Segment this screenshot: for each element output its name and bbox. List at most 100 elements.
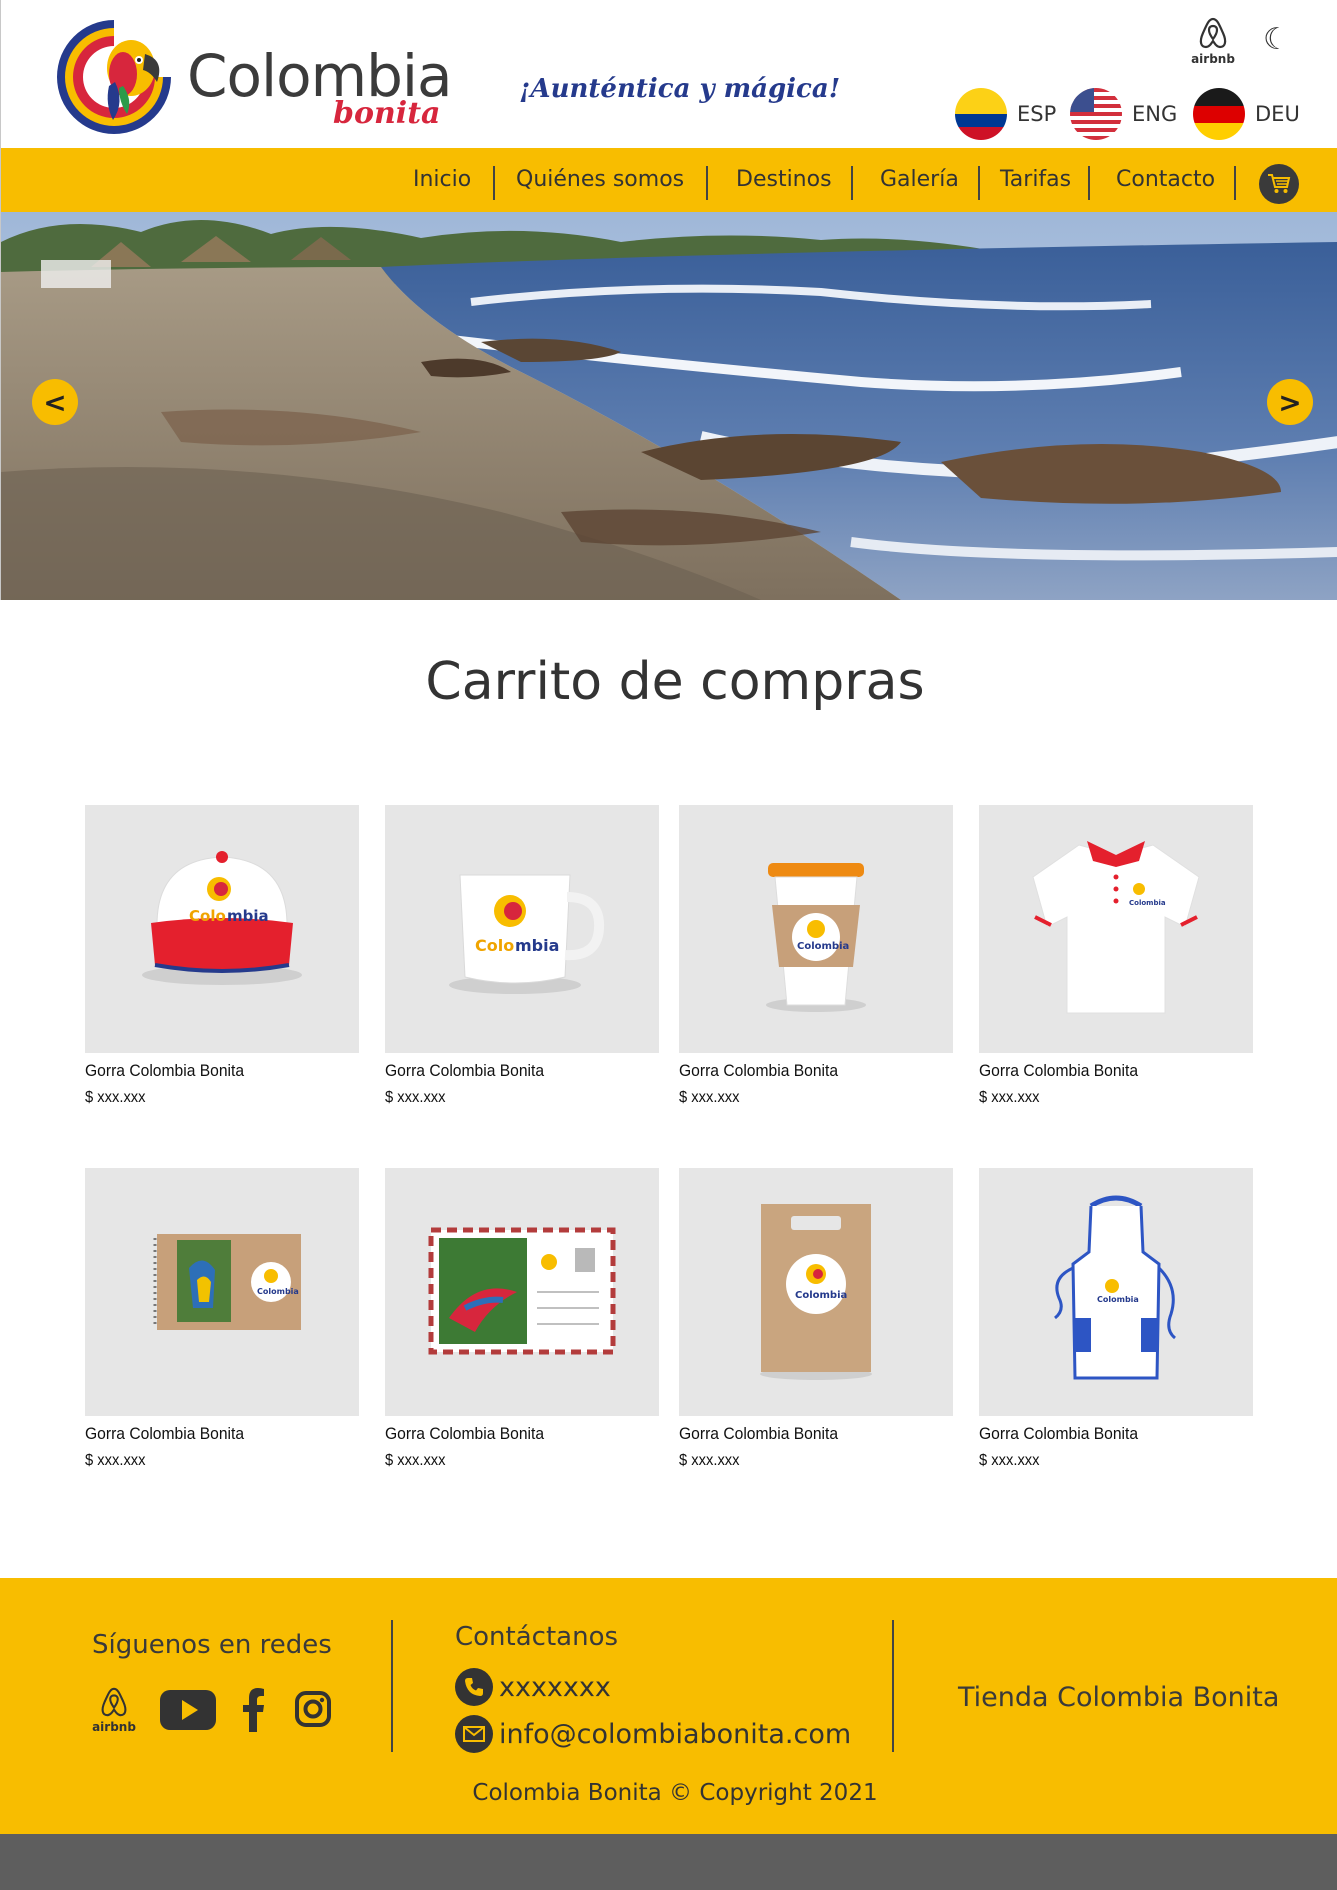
lang-deu[interactable]: DEU [1193,88,1300,140]
product-price: $ xxx.xxx [679,1452,740,1469]
page-title: Carrito de compras [425,652,925,712]
product-card[interactable]: Colombia Gorra Colombia Bonita $ xxx.xxx [979,1168,1253,1470]
colombia-flag-icon [955,88,1007,140]
facebook-link[interactable] [240,1688,266,1736]
product-card[interactable]: Colombia Gorra Colombia Bonita $ xxx.xxx [679,1168,953,1470]
phone-icon [455,1668,493,1706]
svg-text:mbia: mbia [227,907,269,925]
carousel-prev-button[interactable]: < [32,379,78,425]
lang-esp[interactable]: ESP [955,88,1056,140]
nav-divider [706,166,708,200]
contact-title: Contáctanos [455,1622,619,1652]
product-image-postcard [385,1168,659,1416]
svg-text:Colo: Colo [189,907,226,925]
svg-text:Colombia: Colombia [1097,1295,1139,1304]
footer-divider [391,1620,393,1752]
beach-photo [1,212,1337,600]
nav-inicio[interactable]: Inicio [413,148,471,212]
svg-text:Colo: Colo [475,936,514,955]
nav-contacto[interactable]: Contacto [1116,148,1215,212]
main-nav: Inicio Quiénes somos Destinos Galería Ta… [0,148,1337,212]
product-image-cap: Colo mbia [85,805,359,1053]
product-name: Gorra Colombia Bonita [979,1061,1139,1080]
nav-divider [1088,166,1090,200]
airbnb-social-link[interactable]: airbnb [92,1686,136,1734]
tagline: ¡Aunténtica y mágica! [519,74,841,104]
product-name: Gorra Colombia Bonita [679,1424,839,1443]
product-image-apron: Colombia [979,1168,1253,1416]
svg-text:Colombia: Colombia [795,1290,847,1301]
nav-tarifas[interactable]: Tarifas [1000,148,1071,212]
product-name: Gorra Colombia Bonita [979,1424,1139,1443]
product-image-polo-shirt: Colombia [979,805,1253,1053]
airbnb-icon [1199,17,1227,49]
youtube-link[interactable] [160,1690,216,1734]
product-name: Gorra Colombia Bonita [679,1061,839,1080]
nav-divider [493,166,495,200]
product-price: $ xxx.xxx [385,1089,446,1106]
nav-divider [1234,166,1236,200]
nav-destinos[interactable]: Destinos [736,148,832,212]
footer-divider [892,1620,894,1752]
airbnb-link[interactable]: airbnb [1191,16,1235,66]
facebook-icon [243,1688,264,1732]
social-title: Síguenos en redes [92,1630,332,1660]
product-name: Gorra Colombia Bonita [85,1424,245,1443]
paper-bag-icon: Colombia [760,1204,872,1380]
svg-text:Colombia: Colombia [1129,899,1166,907]
cart-button[interactable] [1259,164,1299,204]
apron-icon: Colombia [1054,1195,1177,1380]
product-card[interactable]: Gorra Colombia Bonita $ xxx.xxx [385,1168,659,1470]
product-name: Gorra Colombia Bonita [385,1424,545,1443]
mail-icon [455,1715,493,1753]
product-price: $ xxx.xxx [85,1089,146,1106]
product-card[interactable]: Colombia Gorra Colombia Bonita $ xxx.xxx [979,805,1253,1107]
product-price: $ xxx.xxx [979,1089,1040,1106]
nav-quienes-somos[interactable]: Quiénes somos [516,148,684,212]
lang-eng[interactable]: ENG [1070,88,1177,140]
product-price: $ xxx.xxx [385,1452,446,1469]
parrot-logo-icon [57,20,171,134]
cap-icon: Colo mbia [142,851,302,985]
site-header: Colombia bonita ¡Aunténtica y mágica! ai… [0,0,1337,148]
phone-number: xxxxxxx [499,1671,611,1703]
email-address: info@colombiabonita.com [499,1718,852,1750]
coffee-cup-icon: Colombia [766,863,866,1012]
airbnb-label: airbnb [92,1720,136,1734]
shopping-cart-icon [1268,174,1291,193]
product-name: Gorra Colombia Bonita [385,1061,545,1080]
polo-shirt-icon: Colombia [1032,841,1200,1014]
nav-galeria[interactable]: Galería [880,148,959,212]
hero-carousel: < > [0,212,1337,600]
svg-text:Colombia: Colombia [257,1287,299,1296]
lang-code: ESP [1017,102,1057,126]
product-price: $ xxx.xxx [85,1452,146,1469]
product-card[interactable]: Colo mbia Gorra Colombia Bonita $ xxx.xx… [85,805,359,1107]
product-card[interactable]: Colombia Gorra Colombia Bonita $ xxx.xxx [679,805,953,1107]
instagram-icon [295,1691,331,1727]
product-image-mug: Colo mbia [385,805,659,1053]
youtube-icon [160,1690,216,1730]
phone-contact[interactable]: xxxxxxx [455,1668,611,1706]
instagram-link[interactable] [294,1690,332,1732]
product-price: $ xxx.xxx [679,1089,740,1106]
brand-logo[interactable]: Colombia bonita [53,16,453,138]
theme-toggle-icon[interactable]: ☾ [1263,22,1290,57]
airbnb-icon [101,1687,127,1717]
lang-code: ENG [1132,102,1178,126]
product-image-paper-bag: Colombia [679,1168,953,1416]
email-contact[interactable]: info@colombiabonita.com [455,1715,851,1753]
product-card[interactable]: Colombia Gorra Colombia Bonita $ xxx.xxx [85,1168,359,1470]
product-card[interactable]: Colo mbia Gorra Colombia Bonita $ xxx.xx… [385,805,659,1107]
product-image-notebook: Colombia [85,1168,359,1416]
product-name: Gorra Colombia Bonita [85,1061,245,1080]
carousel-next-button[interactable]: > [1267,379,1313,425]
lang-code: DEU [1255,102,1300,126]
store-link[interactable]: Tienda Colombia Bonita [958,1682,1279,1713]
nav-divider [851,166,853,200]
svg-text:Colombia: Colombia [797,941,849,952]
brand-subname: bonita [333,96,441,131]
product-image-coffee-cup: Colombia [679,805,953,1053]
copyright: Colombia Bonita © Copyright 2021 [472,1780,878,1806]
mug-icon: Colo mbia [449,874,605,994]
